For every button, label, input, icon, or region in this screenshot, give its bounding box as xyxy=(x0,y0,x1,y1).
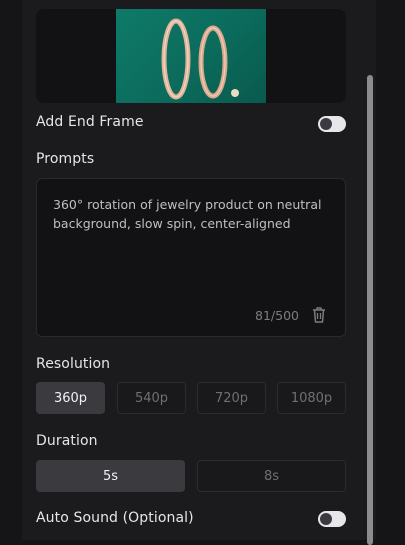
bracelets-image xyxy=(161,18,239,100)
duration-label: Duration xyxy=(36,433,98,449)
add-end-frame-toggle[interactable] xyxy=(318,116,346,132)
auto-sound-toggle[interactable] xyxy=(318,511,346,527)
prompt-textarea[interactable]: 360° rotation of jewelry product on neut… xyxy=(36,178,346,337)
add-end-frame-label: Add End Frame xyxy=(36,114,144,130)
resolution-option-360p[interactable]: 360p xyxy=(36,382,105,414)
resolution-label: Resolution xyxy=(36,356,111,372)
prompt-text[interactable]: 360° rotation of jewelry product on neut… xyxy=(53,195,333,233)
toggle-knob xyxy=(320,118,332,130)
prompts-label: Prompts xyxy=(36,151,95,167)
auto-sound-label: Auto Sound (Optional) xyxy=(36,510,194,526)
duration-option-8s[interactable]: 8s xyxy=(197,460,346,492)
resolution-option-1080p[interactable]: 1080p xyxy=(277,382,346,414)
duration-option-5s[interactable]: 5s xyxy=(36,460,185,492)
start-frame-preview[interactable] xyxy=(36,9,346,103)
scrollbar[interactable] xyxy=(367,75,373,545)
toggle-knob xyxy=(320,513,332,525)
product-thumbnail xyxy=(116,9,266,103)
resolution-option-720p[interactable]: 720p xyxy=(197,382,266,414)
trash-icon[interactable] xyxy=(311,306,327,324)
resolution-option-540p[interactable]: 540p xyxy=(117,382,186,414)
character-counter: 81/500 xyxy=(255,308,299,323)
